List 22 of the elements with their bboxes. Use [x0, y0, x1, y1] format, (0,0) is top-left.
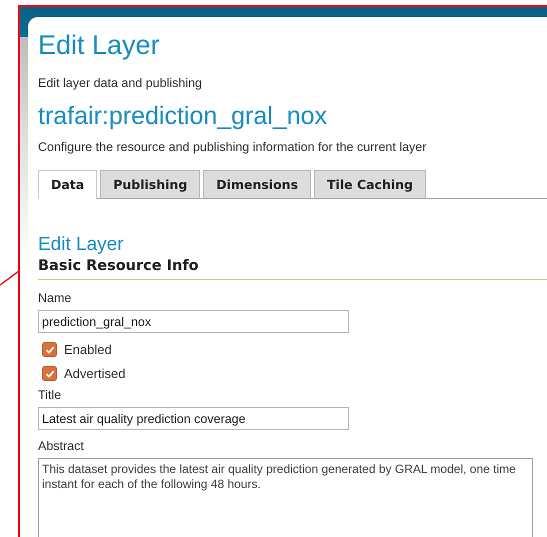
field-label: Title	[38, 387, 62, 403]
page-description: Configure the resource and publishing information for the current layer	[38, 139, 428, 155]
section-title: Edit Layer	[38, 233, 125, 257]
field-label: Abstract	[38, 438, 85, 454]
page-subtitle: Edit layer data and publishing	[38, 75, 204, 91]
field-label: Name	[38, 290, 72, 306]
tab[interactable]: Tile Caching	[314, 170, 426, 199]
check-icon	[44, 368, 54, 378]
layer-name: trafair:prediction_gral_nox	[38, 101, 328, 131]
tab[interactable]: Publishing	[100, 170, 200, 199]
tab[interactable]: Dimensions	[203, 170, 312, 199]
checkbox-label: Advertised	[64, 366, 126, 381]
page-title: Edit Layer	[38, 29, 161, 61]
checkbox[interactable]	[42, 342, 57, 357]
input-field[interactable]: Latest air quality prediction coverage	[38, 407, 349, 430]
check-icon	[44, 344, 54, 354]
section-heading: Basic Resource Info	[38, 257, 547, 280]
tab[interactable]: Data	[38, 170, 98, 199]
input-field[interactable]: prediction_gral_nox	[38, 310, 349, 333]
checkbox[interactable]	[42, 366, 57, 381]
checkbox-label: Enabled	[64, 342, 112, 357]
abstract-field[interactable]: This dataset provides the latest air quality prediction generated by GRAL model, one time instant for each of the following 48 hours.	[38, 458, 533, 537]
